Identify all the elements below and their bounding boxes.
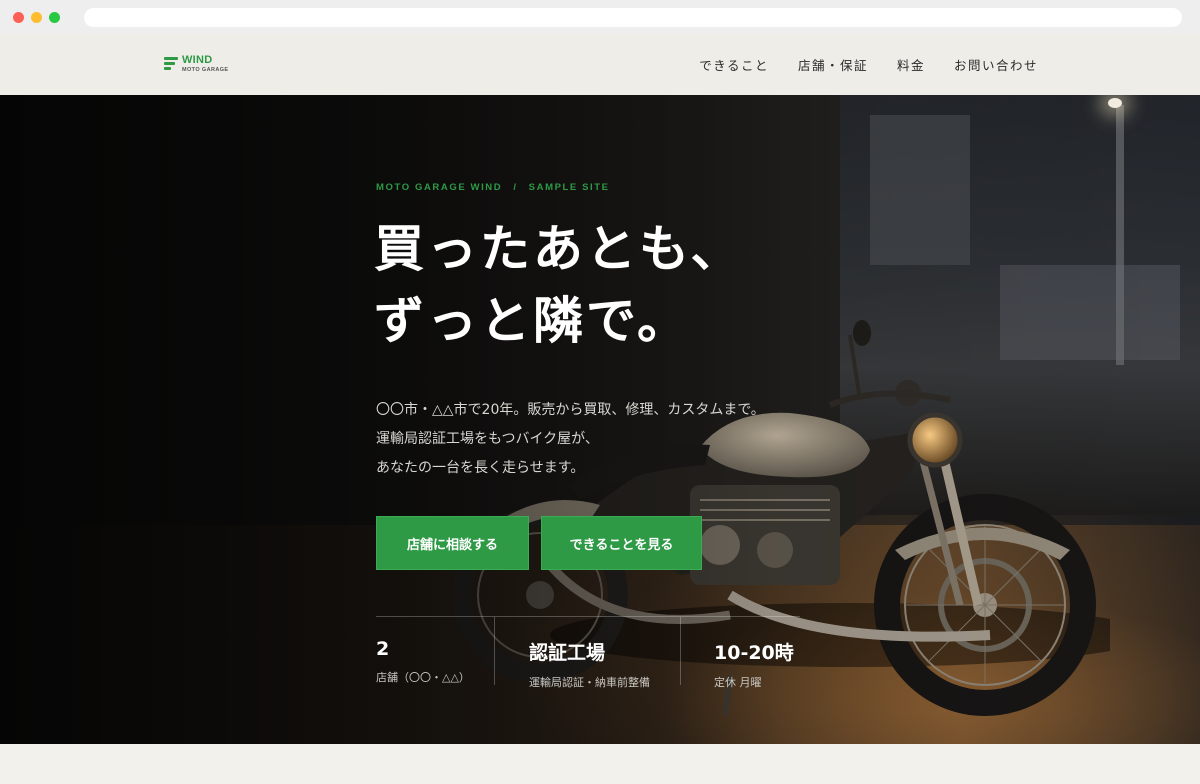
logo-mark-icon [164,57,178,71]
window-minimize-icon[interactable] [31,12,42,23]
nav-link-contact[interactable]: お問い合わせ [954,55,1038,74]
nav-link-services[interactable]: できること [699,55,769,74]
stat-value: 認証工場 [529,642,606,664]
stat-value: 10-20時 [714,642,794,664]
logo[interactable]: WIND MOTO GARAGE [164,54,244,76]
hero-lead: 〇〇市・△△市で20年。販売から買取、修理、カスタムまで。 運輸局認証工場をもつ… [376,396,765,483]
hero-headline: 買ったあとも、 ずっと隣で。 [374,213,854,357]
hero-lead-line-3: あなたの一台を長く走らせます。 [376,460,585,476]
hero-headline-line-2: ずっと隣で。 [374,291,690,350]
hero-lead-line-1: 〇〇市・△△市で20年。販売から買取、修理、カスタムまで。 [376,402,765,418]
see-services-button[interactable]: できることを見る [541,516,702,570]
window-maximize-icon[interactable] [49,12,60,23]
stat-hours: 10-20時 定休 月曜 [680,617,800,689]
stat-label: 定休 月曜 [714,676,762,689]
address-bar[interactable] [84,8,1182,27]
stat-label: 運輸局認証・納車前整備 [529,676,650,689]
logo-subtitle: MOTO GARAGE [182,67,229,73]
stat-label: 店舗（〇〇・△△） [376,671,470,684]
main-nav: できること 店舗・保証 料金 お問い合わせ [699,55,1038,74]
hero-lead-line-2: 運輸局認証工場をもつバイク屋が、 [376,431,599,447]
consult-store-button[interactable]: 店舗に相談する [376,516,529,570]
stat-value: 2 [376,638,390,660]
hero-headline-line-1: 買ったあとも、 [374,219,744,278]
nav-link-stores-warranty[interactable]: 店舗・保証 [798,55,868,74]
stat-certified-factory: 認証工場 運輸局認証・納車前整備 [494,617,680,689]
logo-name: WIND [182,54,213,66]
hero-section: MOTO GARAGE WIND / SAMPLE SITE 買ったあとも、 ず… [0,95,1200,744]
site-header: WIND MOTO GARAGE できること 店舗・保証 料金 お問い合わせ [0,34,1200,95]
browser-chrome [0,0,1200,34]
window-close-icon[interactable] [13,12,24,23]
hero-eyebrow: MOTO GARAGE WIND / SAMPLE SITE [376,182,610,193]
nav-link-pricing[interactable]: 料金 [897,55,925,74]
hero-stats: 2 店舗（〇〇・△△） 認証工場 運輸局認証・納車前整備 10-20時 定休 月… [376,616,800,689]
stat-stores: 2 店舗（〇〇・△△） [376,617,494,685]
